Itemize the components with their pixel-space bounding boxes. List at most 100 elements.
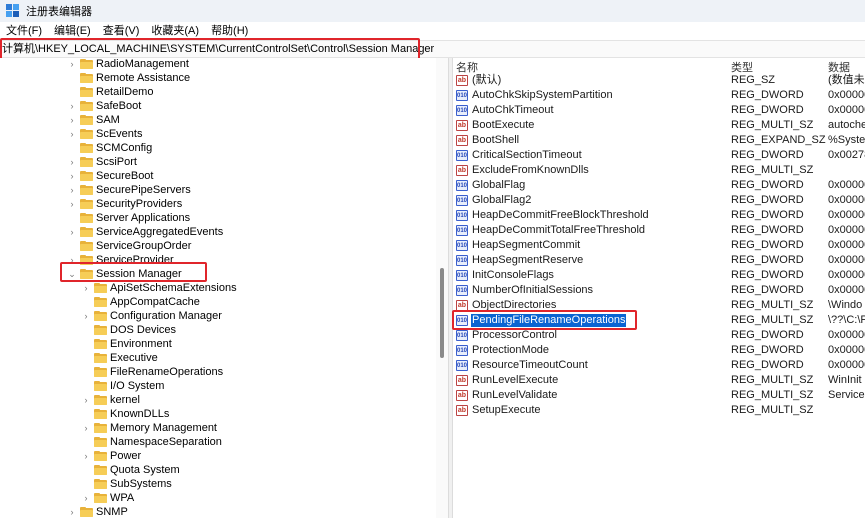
tree-item-label: DOS Devices (110, 324, 177, 336)
value-data: 0x00000 (828, 329, 865, 341)
value-data: 0x00000 (828, 254, 865, 266)
tree-item[interactable]: DOS Devices (82, 323, 176, 337)
tree-item[interactable]: › Power (82, 449, 142, 463)
folder-icon (94, 339, 107, 349)
tree-item[interactable]: AppCompatCache (82, 295, 200, 309)
value-row[interactable]: ab RunLevelValidate REG_MULTI_SZ ServiceC (453, 388, 865, 403)
value-row[interactable]: 010 ResourceTimeoutCount REG_DWORD 0x00000 (453, 358, 865, 373)
value-row[interactable]: 010 GlobalFlag REG_DWORD 0x00000 (453, 178, 865, 193)
value-data: 0x00000 (828, 284, 865, 296)
value-row[interactable]: ab BootExecute REG_MULTI_SZ autoche (453, 118, 865, 133)
value-row[interactable]: 010 AutoChkTimeout REG_DWORD 0x00000 (453, 103, 865, 118)
tree-item[interactable]: › ScEvents (68, 127, 143, 141)
value-data: 0x00000 (828, 269, 865, 281)
menu-help[interactable]: 帮助(H) (205, 22, 254, 40)
tree-item[interactable]: › SecureBoot (68, 169, 154, 183)
value-data: WinInit (828, 374, 862, 386)
value-data: (数值未设 (828, 74, 865, 86)
tree-item[interactable]: NamespaceSeparation (82, 435, 222, 449)
value-row[interactable]: ab BootShell REG_EXPAND_SZ %Syster (453, 133, 865, 148)
folder-icon (80, 185, 93, 195)
value-row[interactable]: 010 AutoChkSkipSystemPartition REG_DWORD 0x… (453, 88, 865, 103)
tree-scrollbar[interactable] (436, 58, 448, 518)
tree-item[interactable]: › Memory Management (82, 421, 218, 435)
chevron-right-icon[interactable]: › (68, 505, 76, 518)
chevron-right-icon[interactable]: › (68, 155, 76, 169)
value-row[interactable]: 010 GlobalFlag2 REG_DWORD 0x00000 (453, 193, 865, 208)
value-row[interactable]: 010 InitConsoleFlags REG_DWORD 0x00000 (453, 268, 865, 283)
chevron-right-icon[interactable]: › (82, 421, 90, 435)
registry-tree[interactable]: › RadioManagement Remote Assistance RetailD… (0, 58, 448, 518)
tree-item[interactable]: › ApiSetSchemaExtensions (82, 281, 237, 295)
tree-item[interactable]: › SAM (68, 113, 120, 127)
tree-item[interactable]: Environment (82, 337, 172, 351)
value-row[interactable]: 010 ProcessorControl REG_DWORD 0x00000 (453, 328, 865, 343)
chevron-right-icon[interactable]: › (82, 449, 90, 463)
value-row[interactable]: ab (默认) REG_SZ (数值未设 (453, 73, 865, 88)
value-row[interactable]: 010 PendingFileRenameOperations REG_MULTI_… (453, 313, 865, 328)
address-path[interactable]: 计算机\HKEY_LOCAL_MACHINE\SYSTEM\CurrentCon… (2, 42, 434, 57)
value-name: ProcessorControl (472, 329, 557, 341)
chevron-right-icon[interactable]: › (68, 225, 76, 239)
menu-edit[interactable]: 编辑(E) (48, 22, 97, 40)
tree-item[interactable]: Server Applications (68, 211, 190, 225)
tree-item[interactable]: KnownDLLs (82, 407, 169, 421)
value-name: NumberOfInitialSessions (472, 284, 594, 296)
menu-file[interactable]: 文件(F) (0, 22, 48, 40)
tree-item[interactable]: › WPA (82, 491, 135, 505)
tree-item[interactable]: › SecurityProviders (68, 197, 183, 211)
tree-item[interactable]: › SecurePipeServers (68, 183, 191, 197)
chevron-right-icon[interactable]: › (68, 169, 76, 183)
tree-scroll-thumb[interactable] (440, 268, 444, 358)
value-row[interactable]: ab SetupExecute REG_MULTI_SZ (453, 403, 865, 418)
tree-item[interactable]: SubSystems (82, 477, 172, 491)
tree-item[interactable]: Quota System (82, 463, 180, 477)
value-row[interactable]: ab ExcludeFromKnownDlls REG_MULTI_SZ (453, 163, 865, 178)
chevron-right-icon[interactable]: › (68, 58, 76, 71)
tree-item[interactable]: RetailDemo (68, 85, 153, 99)
chevron-right-icon[interactable]: › (68, 99, 76, 113)
folder-icon (80, 59, 93, 69)
tree-item[interactable]: I/O System (82, 379, 164, 393)
value-row[interactable]: 010 HeapSegmentReserve REG_DWORD 0x00000 (453, 253, 865, 268)
value-data: 0x00000 (828, 104, 865, 116)
tree-item[interactable]: SCMConfig (68, 141, 152, 155)
tree-item[interactable]: ⌄ Session Manager (68, 267, 181, 281)
tree-item[interactable]: › ServiceAggregatedEvents (68, 225, 224, 239)
value-row[interactable]: 010 NumberOfInitialSessions REG_DWORD 0x000… (453, 283, 865, 298)
chevron-right-icon[interactable]: › (82, 491, 90, 505)
tree-item[interactable]: › SNMP (68, 505, 128, 518)
tree-item[interactable]: ServiceGroupOrder (68, 239, 191, 253)
address-bar[interactable]: 计算机\HKEY_LOCAL_MACHINE\SYSTEM\CurrentCon… (0, 40, 865, 58)
values-list[interactable]: 名称 类型 数据 ab (默认) REG_SZ (数值未设 010 AutoChkSkip… (453, 58, 865, 518)
chevron-right-icon[interactable]: › (82, 309, 90, 323)
value-row[interactable]: 010 CriticalSectionTimeout REG_DWORD 0x0027… (453, 148, 865, 163)
value-row[interactable]: 010 HeapSegmentCommit REG_DWORD 0x00000 (453, 238, 865, 253)
chevron-right-icon[interactable]: › (68, 197, 76, 211)
tree-item[interactable]: FileRenameOperations (82, 365, 223, 379)
value-row[interactable]: 010 HeapDeCommitTotalFreeThreshold REG_DWO… (453, 223, 865, 238)
value-row[interactable]: ab RunLevelExecute REG_MULTI_SZ WinInit (453, 373, 865, 388)
tree-item[interactable]: Executive (82, 351, 158, 365)
tree-item[interactable]: › ScsiPort (68, 155, 137, 169)
value-row[interactable]: ab ObjectDirectories REG_MULTI_SZ \Windo (453, 298, 865, 313)
tree-item[interactable]: › Configuration Manager (82, 309, 222, 323)
chevron-right-icon[interactable]: › (68, 113, 76, 127)
chevron-right-icon[interactable]: › (68, 127, 76, 141)
chevron-down-icon[interactable]: ⌄ (68, 267, 76, 281)
menu-view[interactable]: 查看(V) (97, 22, 146, 40)
chevron-right-icon[interactable]: › (82, 281, 90, 295)
chevron-right-icon[interactable]: › (68, 183, 76, 197)
tree-item[interactable]: › ServiceProvider (68, 253, 174, 267)
value-name: BootShell (472, 134, 520, 146)
chevron-right-icon[interactable]: › (68, 253, 76, 267)
value-row[interactable]: 010 HeapDeCommitFreeBlockThreshold REG_DWO… (453, 208, 865, 223)
tree-item[interactable]: › kernel (82, 393, 140, 407)
tree-item[interactable]: › RadioManagement (68, 58, 189, 71)
value-row[interactable]: 010 ProtectionMode REG_DWORD 0x00000 (453, 343, 865, 358)
chevron-right-icon[interactable]: › (82, 393, 90, 407)
menu-favorites[interactable]: 收藏夹(A) (145, 22, 205, 40)
tree-item[interactable]: Remote Assistance (68, 71, 190, 85)
tree-item[interactable]: › SafeBoot (68, 99, 142, 113)
